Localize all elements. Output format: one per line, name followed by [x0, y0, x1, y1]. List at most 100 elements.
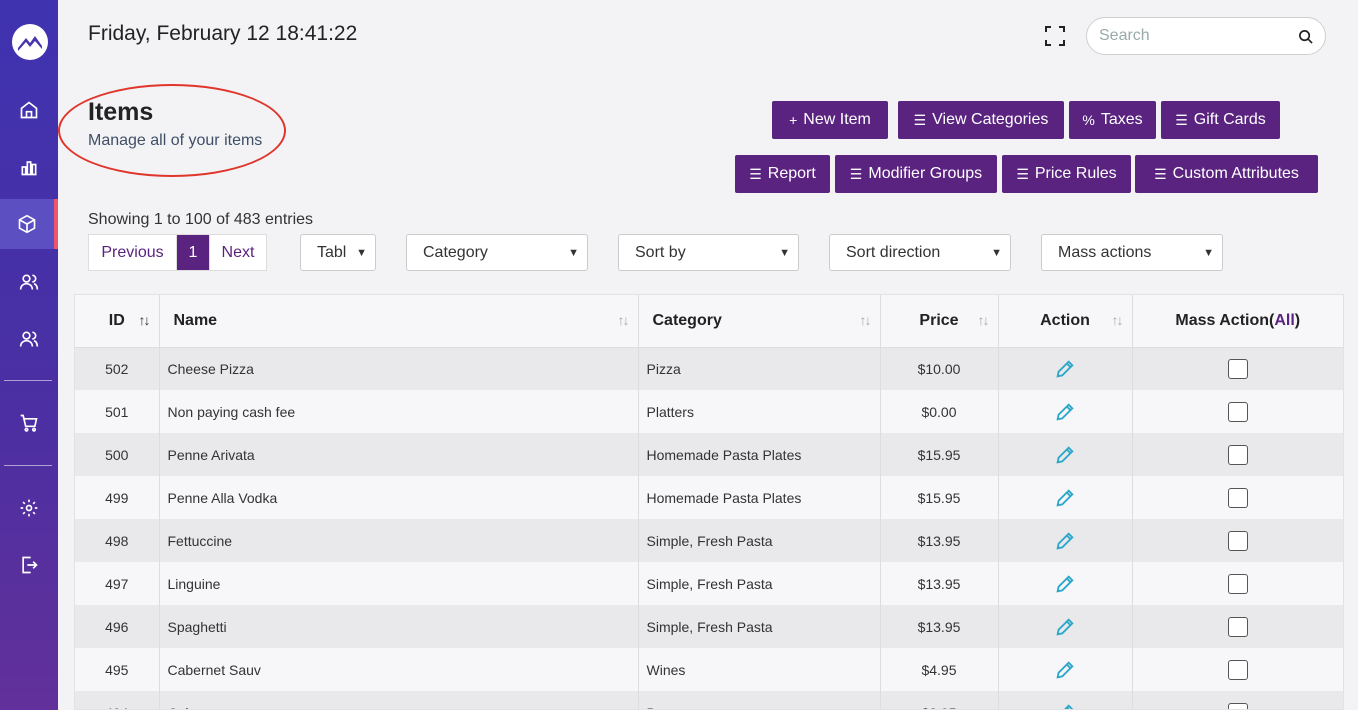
pencil-icon[interactable] — [1054, 616, 1076, 638]
page-1-button[interactable]: 1 — [177, 235, 210, 270]
cell-id: 494 — [75, 691, 160, 709]
gift-cards-button[interactable]: ☰ Gift Cards — [1161, 101, 1280, 139]
row-checkbox[interactable] — [1227, 487, 1248, 508]
sort-icon[interactable]: ↑↓ — [618, 312, 630, 328]
search-input[interactable] — [1099, 27, 1289, 45]
row-checkbox[interactable] — [1227, 401, 1248, 422]
new-item-button[interactable]: + New Item — [772, 101, 888, 139]
row-checkbox[interactable] — [1227, 702, 1248, 709]
cell-name: Linguine — [159, 562, 639, 605]
column-header-name[interactable]: Name ↑↓ — [159, 295, 639, 348]
cell-name: Spaghetti — [159, 605, 639, 648]
modifier-groups-button[interactable]: ☰ Modifier Groups — [835, 155, 997, 193]
pagination: Previous 1 Next — [88, 234, 267, 271]
column-header-mass-action: Mass Action(All) — [1132, 295, 1343, 348]
cell-name: Penne Alla Vodka — [159, 476, 639, 519]
sort-by-select[interactable]: Sort by ▼ — [618, 234, 799, 271]
nav-employees[interactable] — [0, 314, 58, 364]
cell-id: 502 — [75, 347, 160, 390]
nav-cart[interactable] — [0, 398, 58, 448]
sort-icon[interactable]: ↑↓ — [139, 312, 151, 328]
pencil-icon[interactable] — [1054, 702, 1076, 710]
sort-direction-select[interactable]: Sort direction ▼ — [829, 234, 1011, 271]
cell-action — [998, 648, 1133, 691]
new-item-label: New Item — [803, 111, 871, 128]
row-checkbox[interactable] — [1227, 358, 1248, 379]
cell-category: Homemade Pasta Plates — [638, 433, 881, 476]
custom-attributes-button[interactable]: ☰ Custom Attributes — [1135, 155, 1318, 193]
modifier-groups-label: Modifier Groups — [868, 165, 983, 182]
nav-reports[interactable] — [0, 142, 58, 192]
nav-home[interactable] — [0, 85, 58, 135]
pencil-icon[interactable] — [1054, 530, 1076, 552]
pencil-icon[interactable] — [1054, 573, 1076, 595]
sort-icon[interactable]: ↑↓ — [1112, 312, 1124, 328]
report-button[interactable]: ☰ Report — [735, 155, 830, 193]
row-checkbox[interactable] — [1227, 573, 1248, 594]
cell-action — [998, 390, 1133, 433]
category-select-value: Category — [423, 243, 488, 261]
table-row: 502 Cheese Pizza Pizza $10.00 — [75, 347, 1343, 390]
row-checkbox[interactable] — [1227, 616, 1248, 637]
nav-items[interactable] — [0, 199, 58, 249]
table-row: 496 Spaghetti Simple, Fresh Pasta $13.95 — [75, 605, 1343, 648]
column-header-action[interactable]: Action ↑↓ — [998, 295, 1133, 348]
sidebar — [0, 0, 58, 710]
logo-icon[interactable] — [12, 24, 48, 60]
view-select[interactable]: Tabl ▼ — [300, 234, 376, 271]
price-rules-button[interactable]: ☰ Price Rules — [1002, 155, 1131, 193]
cell-category: Wines — [638, 648, 881, 691]
cell-action — [998, 605, 1133, 648]
list-icon: ☰ — [1175, 111, 1188, 128]
column-header-price[interactable]: Price ↑↓ — [880, 295, 999, 348]
nav-customers[interactable] — [0, 257, 58, 307]
next-page-button[interactable]: Next — [210, 235, 266, 270]
cell-price: $2.95 — [880, 691, 999, 709]
nav-logout[interactable] — [0, 540, 58, 590]
logout-icon — [22, 556, 38, 574]
pencil-icon[interactable] — [1054, 444, 1076, 466]
pencil-icon[interactable] — [1054, 401, 1076, 423]
cell-mass-action — [1132, 433, 1343, 476]
cell-mass-action — [1132, 390, 1343, 433]
search-icon[interactable] — [1298, 29, 1313, 44]
row-checkbox[interactable] — [1227, 659, 1248, 680]
list-icon: ☰ — [913, 111, 927, 128]
sort-icon[interactable]: ↑↓ — [860, 312, 872, 328]
box-icon — [18, 214, 36, 234]
chevron-down-icon: ▼ — [1203, 246, 1214, 259]
pencil-icon[interactable] — [1054, 659, 1076, 681]
select-all-link[interactable]: All — [1274, 312, 1294, 329]
mass-actions-select[interactable]: Mass actions ▼ — [1041, 234, 1223, 271]
list-icon: ☰ — [1154, 165, 1167, 182]
nav-settings[interactable] — [0, 483, 58, 533]
pencil-icon[interactable] — [1054, 358, 1076, 380]
custom-attributes-label: Custom Attributes — [1172, 165, 1299, 182]
sort-icon[interactable]: ↑↓ — [978, 312, 990, 328]
cell-mass-action — [1132, 691, 1343, 709]
column-header-id[interactable]: ID ↑↓ — [75, 295, 160, 348]
row-checkbox[interactable] — [1227, 444, 1248, 465]
pencil-icon[interactable] — [1054, 487, 1076, 509]
cell-id: 496 — [75, 605, 160, 648]
view-select-value: Tabl — [317, 243, 347, 261]
cell-id: 501 — [75, 390, 160, 433]
cell-price: $4.95 — [880, 648, 999, 691]
column-header-category[interactable]: Category ↑↓ — [638, 295, 881, 348]
taxes-button[interactable]: % Taxes — [1069, 101, 1156, 139]
cell-mass-action — [1132, 519, 1343, 562]
cell-price: $10.00 — [880, 347, 999, 390]
table-row: 500 Penne Arivata Homemade Pasta Plates $15… — [75, 433, 1343, 476]
cell-price: $13.95 — [880, 605, 999, 648]
table-header-row: ID ↑↓ Name ↑↓ Category ↑↓ Price ↑↓ Action ↑↓ … — [75, 295, 1343, 348]
row-checkbox[interactable] — [1227, 530, 1248, 551]
fullscreen-icon[interactable] — [1045, 26, 1065, 46]
table-row: 498 Fettuccine Simple, Fresh Pasta $13.95 — [75, 519, 1343, 562]
cell-name: Fettuccine — [159, 519, 639, 562]
category-select[interactable]: Category ▼ — [406, 234, 588, 271]
table-row: 501 Non paying cash fee Platters $0.00 — [75, 390, 1343, 433]
previous-page-button[interactable]: Previous — [89, 235, 177, 270]
entries-info: Showing 1 to 100 of 483 entries — [88, 211, 314, 228]
cell-id: 500 — [75, 433, 160, 476]
view-categories-button[interactable]: ☰ View Categories — [898, 101, 1064, 139]
